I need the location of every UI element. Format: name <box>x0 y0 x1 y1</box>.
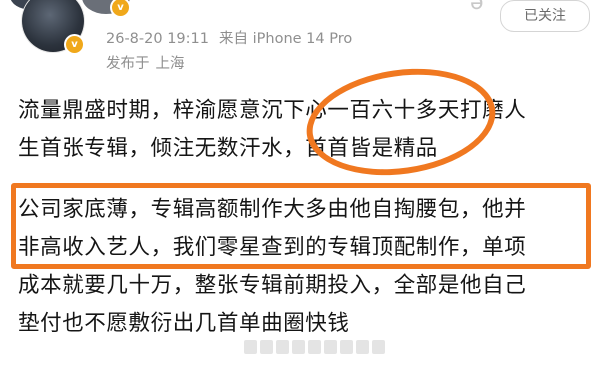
location-label: 发布于 <box>106 56 150 72</box>
post-paragraph-1: 流量鼎盛时期，梓渝愿意沉下心一百六十多天打磨人 生首张专辑，倾注无数汗水，首首皆… <box>18 92 526 168</box>
post-timestamp: 26-8-20 19:11 <box>106 31 209 47</box>
paragraph-line: 公司家底薄，专辑高额制作大多由他自掏腰包，他并 <box>18 197 527 222</box>
paragraph-line: 流量鼎盛时期，梓渝愿意沉下心一百六十多天打磨人 <box>18 98 527 123</box>
post-paragraph-2: 公司家底薄，专辑高额制作大多由他自掏腰包，他并 非高收入艺人，我们零星查到的专辑… <box>18 191 526 343</box>
post-meta: 26-8-20 19:11 来自 iPhone 14 Pro <box>106 28 352 50</box>
verified-badge-icon: v <box>110 0 131 18</box>
paragraph-line: 非高收入艺人，我们零星查到的专辑顶配制作，单项 <box>18 235 527 260</box>
paragraph-line: 垫付也不愿敷衍出几首单曲圈快钱 <box>18 311 350 336</box>
weibo-post-screenshot: v ə ⊗ 已关注 v 26-8-20 19:11来自 iPhone 14 Pr… <box>0 0 600 369</box>
paragraph-line: 成本就要几十万，整张专辑前期投入，全部是他自己 <box>18 273 527 298</box>
verified-badge-icon: v <box>64 34 85 55</box>
post-source: 来自 iPhone 14 Pro <box>219 31 353 47</box>
post-location: 发布于 上海 <box>106 53 185 75</box>
follow-button[interactable]: 已关注 <box>500 0 590 32</box>
watermark <box>244 340 385 354</box>
location-city: 上海 <box>155 56 185 72</box>
paragraph-line: 生首张专辑，倾注无数汗水，首首皆是精品 <box>18 136 438 161</box>
